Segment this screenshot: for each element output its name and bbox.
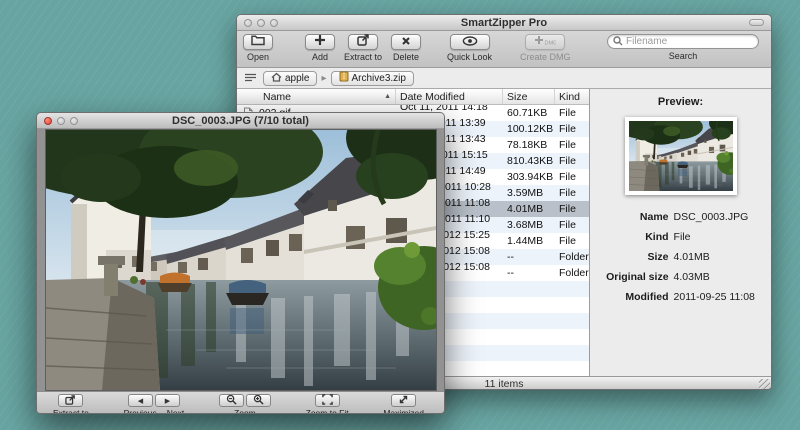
cell-kind: Folder: [555, 267, 589, 279]
viewer-toolbar: Extract to ◀ ▶ Previous Next Zoom: [37, 391, 444, 414]
home-icon: [271, 72, 282, 85]
table-header: Name ▲ Date Modified Size Kind: [237, 89, 589, 105]
create-dmg-button[interactable]: DMG Create DMG: [520, 34, 571, 62]
extract-to-button[interactable]: Extract to: [344, 34, 382, 62]
zoom-in-icon: [253, 394, 264, 407]
zoom-group: Zoom: [219, 394, 271, 414]
minimize-button[interactable]: [57, 117, 65, 125]
close-icon: [401, 33, 411, 51]
open-button[interactable]: Open: [243, 34, 273, 62]
add-button[interactable]: Add: [305, 34, 335, 62]
breadcrumb: apple ▸ Archive3.zip: [237, 68, 771, 89]
column-header-kind[interactable]: Kind: [555, 89, 589, 104]
preview-panel: Preview: Name DSC_0003.JPG Kind File Siz…: [589, 89, 771, 376]
maximized-button[interactable]: Maximized: [383, 394, 424, 414]
column-header-size[interactable]: Size: [503, 89, 555, 104]
cell-size: --: [503, 267, 555, 279]
preview-thumbnail: [625, 117, 737, 195]
preview-size-value: 4.01MB: [674, 251, 755, 263]
cell-size: 100.12KB: [503, 123, 555, 135]
delete-button[interactable]: Delete: [391, 34, 421, 62]
search-input[interactable]: [626, 36, 746, 47]
viewer-titlebar[interactable]: DSC_0003.JPG (7/10 total): [37, 113, 444, 129]
plus-dmg-icon: DMG: [534, 33, 556, 51]
chevron-right-icon: ▸: [321, 73, 326, 84]
viewer-window-controls: [44, 117, 78, 125]
viewer-window-title: DSC_0003.JPG (7/10 total): [37, 115, 444, 127]
window-controls: [244, 19, 278, 27]
cell-kind: Folder: [555, 251, 589, 263]
cell-kind: File: [555, 219, 589, 231]
search-field[interactable]: [607, 34, 759, 49]
diagonal-resize-icon: [398, 394, 409, 407]
zoom-out-icon: [226, 394, 237, 407]
cell-size: 1.44MB: [503, 235, 555, 247]
toolbar-toggle-button[interactable]: [749, 19, 764, 26]
cell-kind: File: [555, 123, 589, 135]
preview-modified-value: 2011-09-25 11:08: [674, 291, 755, 303]
item-count: 11 items: [485, 378, 524, 390]
minimize-button[interactable]: [257, 19, 265, 27]
image-viewer-window: DSC_0003.JPG (7/10 total) Extract to ◀ ▶…: [36, 112, 445, 414]
zoom-in-button[interactable]: [246, 394, 271, 407]
breadcrumb-item-archive[interactable]: Archive3.zip: [331, 71, 414, 86]
cell-kind: File: [555, 171, 589, 183]
main-toolbar: Open Add Extract to Delete Quick Look: [237, 31, 771, 68]
sort-asc-icon: ▲: [384, 93, 391, 100]
svg-text:DMG: DMG: [545, 41, 557, 47]
cell-kind: File: [555, 187, 589, 199]
list-view-icon[interactable]: [244, 69, 257, 87]
main-window-title: SmartZipper Pro: [237, 17, 771, 29]
cell-size: 60.71KB: [503, 107, 555, 119]
cell-size: 303.94KB: [503, 171, 555, 183]
cell-size: 4.01MB: [503, 203, 555, 215]
folder-icon: [251, 33, 265, 51]
zoom-button[interactable]: [70, 117, 78, 125]
previous-button[interactable]: ◀: [128, 394, 153, 407]
preview-fields: Name DSC_0003.JPG Kind File Size 4.01MB …: [606, 211, 755, 303]
cell-kind: File: [555, 107, 589, 119]
preview-name-value: DSC_0003.JPG: [674, 211, 755, 223]
zoom-out-button[interactable]: [219, 394, 244, 407]
preview-kind-value: File: [674, 231, 755, 243]
cell-kind: File: [555, 203, 589, 215]
resize-grip[interactable]: [759, 379, 770, 390]
quick-look-button[interactable]: Quick Look: [447, 34, 492, 62]
export-icon: [65, 395, 76, 407]
search-area: Search: [607, 34, 759, 61]
prev-next-group: ◀ ▶ Previous Next: [124, 394, 185, 414]
viewer-extract-to-button[interactable]: Extract to: [53, 394, 89, 414]
main-titlebar[interactable]: SmartZipper Pro: [237, 15, 771, 31]
preview-heading: Preview:: [658, 96, 703, 108]
cell-size: 78.18KB: [503, 139, 555, 151]
column-header-name[interactable]: Name ▲: [237, 89, 396, 104]
export-icon: [357, 33, 370, 51]
cell-size: 3.59MB: [503, 187, 555, 199]
fit-frame-icon: [322, 394, 333, 407]
cell-kind: File: [555, 235, 589, 247]
zoom-button[interactable]: [270, 19, 278, 27]
close-button[interactable]: [244, 19, 252, 27]
breadcrumb-item-apple[interactable]: apple: [263, 71, 317, 86]
cell-kind: File: [555, 139, 589, 151]
photo-canvas: [37, 129, 444, 391]
right-arrow-icon: ▶: [165, 397, 170, 405]
column-header-date[interactable]: Date Modified: [396, 89, 503, 104]
cell-size: 3.68MB: [503, 219, 555, 231]
cell-size: --: [503, 251, 555, 263]
zoom-to-fit-button[interactable]: Zoom to Fit: [306, 394, 349, 414]
cell-size: 810.43KB: [503, 155, 555, 167]
search-icon: [613, 33, 623, 51]
left-arrow-icon: ◀: [138, 397, 143, 405]
cell-kind: File: [555, 155, 589, 167]
plus-icon: [314, 33, 326, 51]
zip-icon: [339, 71, 349, 85]
preview-original-size-value: 4.03MB: [674, 271, 755, 283]
next-button[interactable]: ▶: [155, 394, 180, 407]
close-button[interactable]: [44, 117, 52, 125]
eye-icon: [462, 33, 478, 51]
